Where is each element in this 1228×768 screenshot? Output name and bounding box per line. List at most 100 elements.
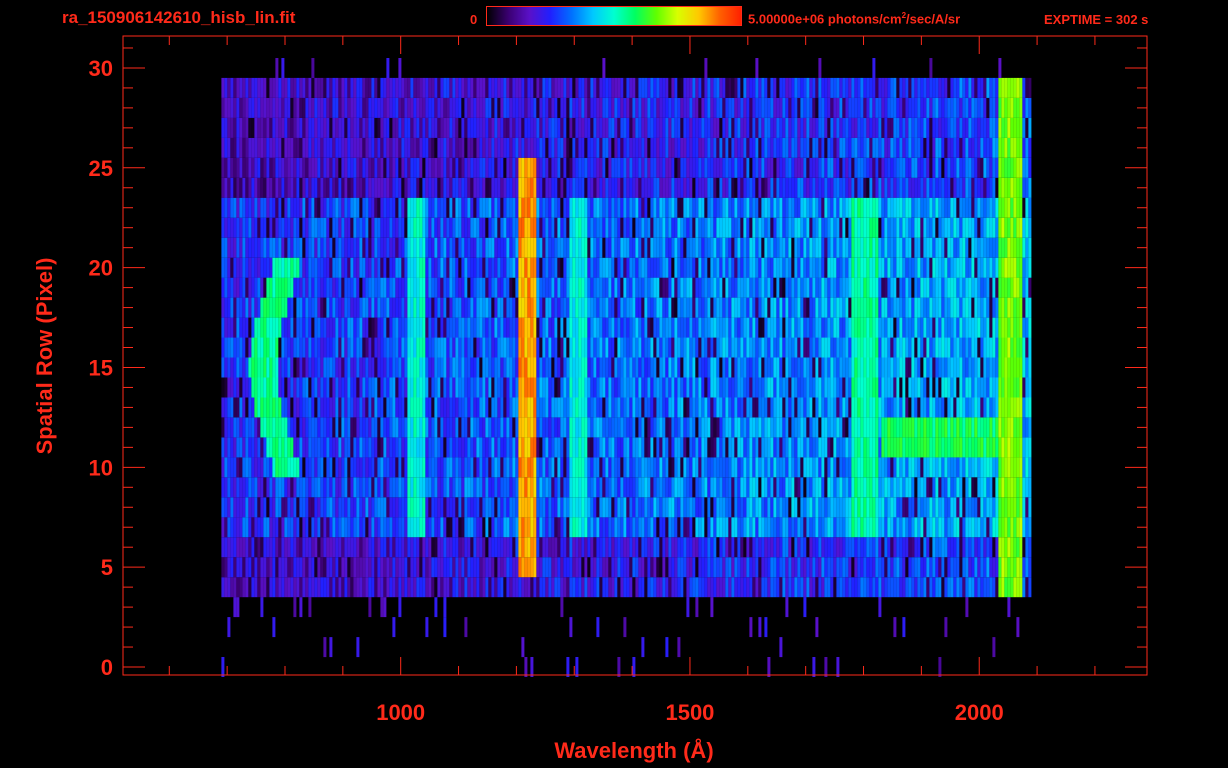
heatmap-cell: [458, 237, 462, 258]
heatmap-cell: [509, 337, 513, 358]
heatmap-cell: [1016, 497, 1020, 518]
heatmap-cell: [776, 437, 780, 458]
heatmap-cell: [539, 497, 543, 518]
heatmap-cell: [257, 297, 261, 318]
heatmap-cell: [836, 417, 840, 438]
heatmap-cell: [353, 217, 357, 238]
heatmap-cell: [509, 297, 513, 318]
heatmap-cell: [1022, 317, 1026, 338]
heatmap-cell: [503, 457, 507, 478]
heatmap-cell: [761, 337, 765, 358]
heatmap-cell: [254, 277, 258, 298]
heatmap-cell: [908, 317, 912, 338]
heatmap-cell: [668, 477, 672, 498]
heatmap-cell: [416, 417, 420, 438]
heatmap-cell: [308, 257, 312, 278]
heatmap-cell: [491, 577, 495, 598]
heatmap-cell: [665, 537, 669, 558]
heatmap-cell: [971, 477, 975, 498]
heatmap-cell: [224, 337, 228, 358]
heatmap-cell: [521, 257, 525, 278]
heatmap-cell: [923, 537, 927, 558]
heatmap-cell: [278, 377, 282, 398]
heatmap-cell: [329, 317, 333, 338]
heatmap-cell: [584, 297, 588, 318]
heatmap-cell: [839, 457, 843, 478]
heatmap-cell: [419, 297, 423, 318]
heatmap-cell: [389, 277, 393, 298]
heatmap-cell: [869, 397, 873, 418]
heatmap-cell: [1028, 357, 1032, 378]
heatmap-cell: [935, 337, 939, 358]
heatmap-cell: [350, 497, 354, 518]
heatmap-cell: [935, 357, 939, 378]
heatmap-cell: [521, 397, 525, 418]
heatmap-cell: [866, 557, 870, 578]
heatmap-cell: [407, 257, 411, 278]
heatmap-cell: [782, 497, 786, 518]
heatmap-cell: [998, 297, 1002, 318]
heatmap-cell: [599, 417, 603, 438]
heatmap-cell: [1022, 417, 1026, 438]
heatmap-cell: [533, 537, 537, 558]
heatmap-cell: [983, 297, 987, 318]
heatmap-cell: [221, 437, 225, 458]
heatmap-cell: [986, 497, 990, 518]
heatmap-cell: [662, 457, 666, 478]
heatmap-cell: [290, 377, 294, 398]
heatmap-cell: [914, 277, 918, 298]
heatmap-cell: [914, 397, 918, 418]
heatmap-cell: [992, 257, 996, 278]
heatmap-cell: [248, 497, 252, 518]
heatmap-cell: [692, 377, 696, 398]
heatmap-cell: [371, 297, 375, 318]
heatmap-cell: [689, 317, 693, 338]
heatmap-cell: [347, 577, 351, 598]
heatmap-cell: [821, 557, 825, 578]
heatmap-cell: [521, 477, 525, 498]
heatmap-cell: [914, 357, 918, 378]
heatmap-cell: [323, 437, 327, 458]
heatmap-cell: [491, 277, 495, 298]
heatmap-cell: [449, 417, 453, 438]
heatmap-cell: [818, 317, 822, 338]
heatmap-cell: [764, 537, 768, 558]
heatmap-cell: [515, 477, 519, 498]
heatmap-cell: [308, 557, 312, 578]
heatmap-cell: [638, 517, 642, 538]
heatmap-cell: [440, 237, 444, 258]
heatmap-cell: [740, 357, 744, 378]
heatmap-cell: [443, 297, 447, 318]
heatmap-cell: [797, 397, 801, 418]
heatmap-cell: [611, 557, 615, 578]
heatmap-cell: [602, 517, 606, 538]
heatmap-cell: [473, 577, 477, 598]
heatmap-cell: [305, 537, 309, 558]
heatmap-cell: [674, 477, 678, 498]
heatmap-cell: [860, 557, 864, 578]
heatmap-cell: [560, 457, 564, 478]
heatmap-cell: [311, 577, 315, 598]
heatmap-cell: [698, 397, 702, 418]
heatmap-cell: [641, 277, 645, 298]
heatmap-cell: [719, 337, 723, 358]
heatmap-cell: [773, 577, 777, 598]
heatmap-cell: [1007, 337, 1011, 358]
heatmap-cell: [263, 557, 267, 578]
heatmap-cell: [305, 357, 309, 378]
heatmap-cell: [725, 577, 729, 598]
heatmap-cell: [347, 277, 351, 298]
heatmap-cell: [572, 577, 576, 598]
heatmap-cell: [401, 277, 405, 298]
heatmap-cell: [800, 477, 804, 498]
heatmap-cell: [782, 477, 786, 498]
heatmap-cell: [800, 537, 804, 558]
heatmap-cell: [977, 357, 981, 378]
heatmap-cell: [821, 317, 825, 338]
heatmap-cell: [251, 377, 255, 398]
heatmap-cell: [683, 477, 687, 498]
heatmap-cell: [872, 417, 876, 438]
heatmap-cell: [722, 517, 726, 538]
heatmap-cell: [362, 217, 366, 238]
heatmap-cell: [332, 457, 336, 478]
